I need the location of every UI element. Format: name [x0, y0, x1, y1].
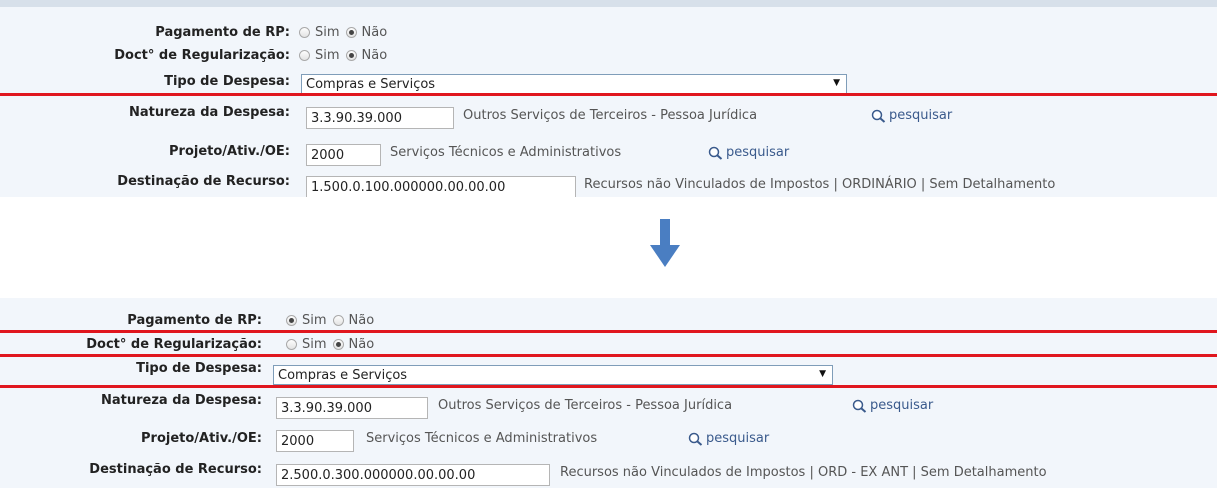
row-doct-regularizacao: Doct° de Regularização: Sim Não	[0, 45, 1217, 69]
radio-pagamento-rp-sim[interactable]: Sim	[299, 25, 340, 40]
label-projeto: Projeto/Ativ./OE:	[141, 431, 262, 446]
row-projeto: Projeto/Ativ./OE: 2000 Serviços Técnicos…	[0, 140, 1217, 166]
label-destinacao: Destinação de Recurso:	[89, 462, 262, 477]
projeto-search-link[interactable]: pesquisar	[688, 431, 769, 446]
projeto-input[interactable]: 2000	[306, 144, 381, 166]
row-destinacao: Destinação de Recurso: 2.500.0.300.00000…	[0, 460, 1217, 486]
dropdown-arrow-icon[interactable]: ▼	[819, 369, 826, 379]
row-pagamento-rp: Pagamento de RP: Sim Não	[0, 22, 1217, 46]
magnifier-icon	[871, 109, 886, 123]
radio-circle-checked[interactable]	[286, 315, 297, 326]
highlight-line	[0, 354, 1217, 357]
label-tipo-despesa: Tipo de Despesa:	[136, 361, 262, 376]
tipo-despesa-select[interactable]: Compras e Serviços ▼	[301, 74, 847, 94]
natureza-despesa-input[interactable]: 3.3.90.39.000	[276, 397, 428, 419]
radio-circle[interactable]	[299, 50, 310, 61]
radio-group-doct-regularizacao: Sim Não	[286, 337, 380, 352]
radio-circle-checked[interactable]	[345, 27, 357, 38]
highlight-line	[0, 330, 1217, 333]
row-natureza-despesa: Natureza da Despesa: 3.3.90.39.000 Outro…	[0, 103, 1217, 129]
projeto-search-link[interactable]: pesquisar	[708, 145, 789, 160]
destinacao-description: Recursos não Vinculados de Impostos | OR…	[584, 177, 1056, 192]
radio-pagamento-rp-nao[interactable]: Não	[332, 313, 374, 328]
radio-doct-nao[interactable]: Não	[345, 48, 387, 63]
radio-doct-nao[interactable]: Não	[332, 337, 374, 352]
form-after: Pagamento de RP: Sim Não Doct° de Regula…	[0, 298, 1217, 488]
magnifier-icon	[852, 399, 867, 413]
natureza-despesa-description: Outros Serviços de Terceiros - Pessoa Ju…	[438, 398, 733, 413]
destinacao-input[interactable]: 2.500.0.300.000000.00.00.00	[276, 464, 550, 486]
radio-group-doct-regularizacao: Sim Não	[299, 48, 393, 63]
label-destinacao: Destinação de Recurso:	[117, 174, 290, 189]
radio-circle[interactable]	[286, 339, 297, 350]
radio-circle-checked[interactable]	[332, 339, 344, 350]
dropdown-arrow-icon[interactable]: ▼	[833, 78, 840, 88]
label-pagamento-rp: Pagamento de RP:	[127, 313, 262, 328]
label-natureza-despesa: Natureza da Despesa:	[101, 393, 262, 408]
destinacao-description: Recursos não Vinculados de Impostos | OR…	[560, 465, 1047, 480]
row-tipo-despesa: Tipo de Despesa: Compras e Serviços ▼	[0, 71, 1217, 95]
label-tipo-despesa: Tipo de Despesa:	[164, 74, 290, 89]
projeto-description: Serviços Técnicos e Administrativos	[390, 145, 622, 160]
natureza-despesa-input[interactable]: 3.3.90.39.000	[306, 107, 454, 129]
natureza-search-link[interactable]: pesquisar	[852, 398, 933, 413]
label-doct-regularizacao: Doct° de Regularização:	[114, 48, 290, 63]
row-natureza-despesa: Natureza da Despesa: 3.3.90.39.000 Outro…	[0, 391, 1217, 419]
natureza-search-link[interactable]: pesquisar	[871, 108, 952, 123]
row-destinacao: Destinação de Recurso: 1.500.0.100.00000…	[0, 172, 1217, 197]
label-natureza-despesa: Natureza da Despesa:	[129, 105, 290, 120]
label-pagamento-rp: Pagamento de RP:	[155, 25, 290, 40]
radio-doct-sim[interactable]: Sim	[286, 337, 327, 352]
highlight-line	[0, 93, 1217, 96]
radio-group-pagamento-rp: Sim Não	[286, 313, 380, 328]
label-doct-regularizacao: Doct° de Regularização:	[86, 337, 262, 352]
row-projeto: Projeto/Ativ./OE: 2000 Serviços Técnicos…	[0, 427, 1217, 452]
radio-pagamento-rp-sim[interactable]: Sim	[286, 313, 327, 328]
radio-group-pagamento-rp: Sim Não	[299, 25, 393, 40]
radio-circle[interactable]	[299, 27, 310, 38]
destinacao-input[interactable]: 1.500.0.100.000000.00.00.00	[306, 176, 576, 197]
radio-circle[interactable]	[332, 315, 344, 326]
highlight-line	[0, 385, 1217, 388]
radio-pagamento-rp-nao[interactable]: Não	[345, 25, 387, 40]
panel-top-border	[0, 0, 1217, 7]
form-before: Pagamento de RP: Sim Não Doct° de Regula…	[0, 0, 1217, 197]
row-tipo-despesa: Tipo de Despesa: Compras e Serviços ▼	[0, 358, 1217, 385]
arrow-down-icon	[650, 219, 680, 267]
projeto-description: Serviços Técnicos e Administrativos	[366, 431, 598, 446]
radio-circle-checked[interactable]	[345, 50, 357, 61]
tipo-despesa-select[interactable]: Compras e Serviços ▼	[273, 365, 833, 385]
magnifier-icon	[708, 146, 723, 160]
radio-doct-sim[interactable]: Sim	[299, 48, 340, 63]
label-projeto: Projeto/Ativ./OE:	[169, 144, 290, 159]
natureza-despesa-description: Outros Serviços de Terceiros - Pessoa Ju…	[463, 108, 758, 123]
magnifier-icon	[688, 432, 703, 446]
projeto-input[interactable]: 2000	[276, 430, 354, 452]
